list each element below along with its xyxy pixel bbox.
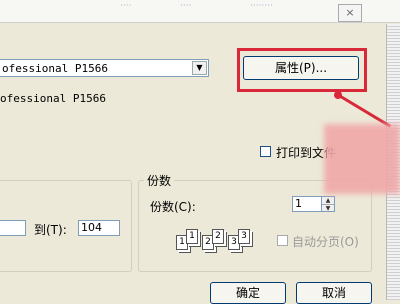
copies-spinner[interactable]: ▲ ▼ xyxy=(321,196,335,212)
collate-page-icon: 1 xyxy=(186,229,198,244)
chevron-down-icon[interactable]: ▼ xyxy=(192,61,207,75)
to-page-input[interactable]: 104 xyxy=(78,220,120,236)
collate-label: 自动分页(O) xyxy=(292,235,359,249)
print-to-file-checkbox[interactable] xyxy=(260,146,271,157)
copies-group-title: 份数 xyxy=(144,172,175,189)
pink-overlay-decoration xyxy=(324,124,400,194)
collate-page-icon: 3 xyxy=(238,229,250,244)
collate-page-icon: 2 xyxy=(212,229,224,244)
to-page-label: 到(T): xyxy=(34,223,67,237)
copies-input[interactable]: 1 xyxy=(292,196,322,212)
cancel-button[interactable]: 取消 xyxy=(296,282,372,304)
collate-checkbox[interactable] xyxy=(277,235,288,246)
printer-name-text: ofessional P1566 xyxy=(0,92,106,105)
ok-button[interactable]: 确定 xyxy=(210,282,286,304)
printer-name-select[interactable]: ofessional P1566 xyxy=(0,59,209,77)
spin-up-icon[interactable]: ▲ xyxy=(322,197,334,205)
close-icon[interactable]: × xyxy=(338,4,362,22)
highlight-box xyxy=(237,48,367,92)
spin-down-icon[interactable]: ▼ xyxy=(322,205,334,212)
copies-label: 份数(C): xyxy=(150,200,196,214)
from-page-input[interactable] xyxy=(0,220,26,236)
